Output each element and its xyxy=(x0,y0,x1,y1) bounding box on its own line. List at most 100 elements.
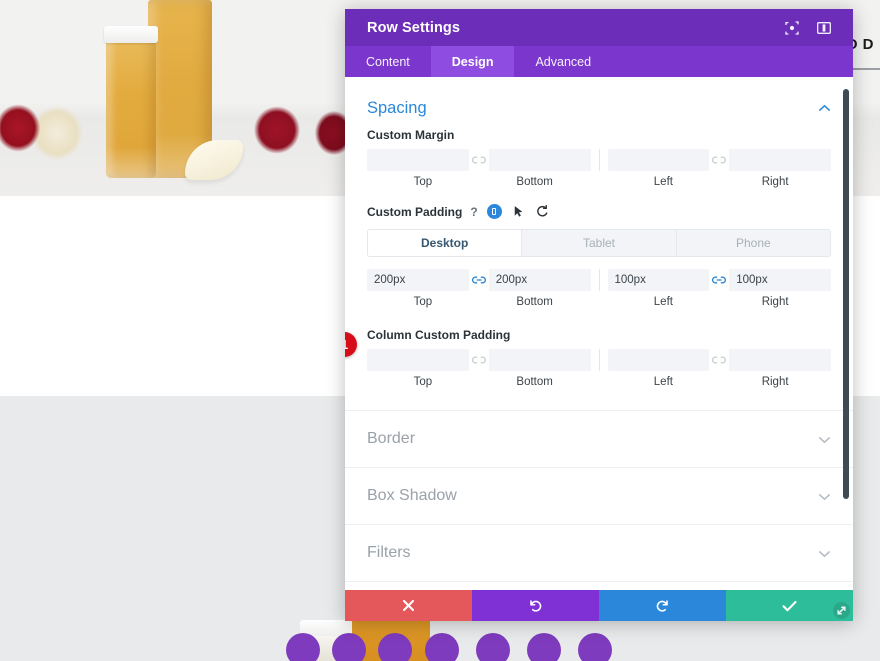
modal-title: Row Settings xyxy=(367,19,461,36)
margin-right-input[interactable] xyxy=(729,149,831,171)
module-dot-3[interactable] xyxy=(378,633,412,661)
tab-advanced[interactable]: Advanced xyxy=(514,46,612,77)
module-dot-7[interactable] xyxy=(578,633,612,661)
padding-inputs-row xyxy=(367,269,831,291)
check-icon xyxy=(782,600,797,611)
padding-label-top: Top xyxy=(413,296,433,308)
margin-bottom-input[interactable] xyxy=(488,149,591,171)
padding-top-input[interactable] xyxy=(367,269,469,291)
padding-horizontal-group xyxy=(607,269,831,291)
cursor-hover-icon[interactable] xyxy=(511,204,526,219)
tab-content[interactable]: Content xyxy=(345,46,431,77)
modal-action-bar xyxy=(345,590,853,621)
margin-right-cell xyxy=(719,149,831,171)
juice-bottle-small xyxy=(106,36,156,178)
panel-layout-icon[interactable] xyxy=(816,20,832,36)
column-padding-bottom-cell xyxy=(479,349,591,371)
settings-scroll-area: Spacing Custom Margin Top Bottom Left Ri… xyxy=(345,77,853,590)
link-broken-icon-colpad-h[interactable] xyxy=(709,352,729,368)
module-dot-4[interactable] xyxy=(425,633,459,661)
padding-vertical-group xyxy=(367,269,591,291)
chevron-down-icon-filters[interactable] xyxy=(818,549,831,558)
margin-horizontal-group xyxy=(607,149,831,171)
margin-label-bottom: Bottom xyxy=(516,176,553,188)
margin-label-right: Right xyxy=(761,176,789,188)
section-title-filters: Filters xyxy=(367,544,411,561)
module-dot-6[interactable] xyxy=(527,633,561,661)
redo-button[interactable] xyxy=(599,590,726,621)
resize-handle-icon[interactable] xyxy=(833,602,850,619)
responsive-tab-tablet[interactable]: Tablet xyxy=(522,230,677,256)
padding-right-cell xyxy=(719,269,831,291)
padding-right-input[interactable] xyxy=(729,269,831,291)
column-padding-horizontal-group xyxy=(607,349,831,371)
help-icon[interactable]: ? xyxy=(470,205,477,219)
section-header-animation[interactable]: Animation xyxy=(345,581,853,590)
reset-icon[interactable] xyxy=(535,204,550,219)
padding-bottom-input[interactable] xyxy=(488,269,591,291)
section-title-box-shadow: Box Shadow xyxy=(367,487,457,504)
section-header-box-shadow[interactable]: Box Shadow xyxy=(345,467,853,524)
close-icon xyxy=(402,599,415,612)
padding-label-left: Left xyxy=(653,296,673,308)
padding-left-input[interactable] xyxy=(607,269,710,291)
column-padding-label-bottom: Bottom xyxy=(516,376,553,388)
margin-corner-labels: Top Bottom Left Right xyxy=(367,176,831,188)
link-broken-icon-colpad-v[interactable] xyxy=(469,352,489,368)
module-dot-2[interactable] xyxy=(332,633,366,661)
padding-label-bottom: Bottom xyxy=(516,296,553,308)
field-column-custom-padding: Column Custom Padding Top Bottom Left Ri… xyxy=(345,328,853,388)
modal-scrollbar-track[interactable] xyxy=(843,77,849,590)
margin-top-input[interactable] xyxy=(367,149,469,171)
row-settings-modal: Row Settings Content Design Advanced Spa… xyxy=(345,9,853,621)
padding-label-icons: ? xyxy=(470,204,549,219)
cancel-button[interactable] xyxy=(345,590,472,621)
module-dot-5[interactable] xyxy=(476,633,510,661)
link-connected-icon-padding-h[interactable] xyxy=(709,272,729,288)
column-padding-corner-labels: Top Bottom Left Right xyxy=(367,376,831,388)
modal-scrollbar-thumb[interactable] xyxy=(843,89,849,499)
margin-label-top: Top xyxy=(413,176,433,188)
label-custom-margin: Custom Margin xyxy=(367,128,831,142)
margin-bottom-cell xyxy=(479,149,591,171)
padding-corner-labels: Top Bottom Left Right xyxy=(367,296,831,308)
module-dot-1[interactable] xyxy=(286,633,320,661)
undo-button[interactable] xyxy=(472,590,599,621)
section-header-filters[interactable]: Filters xyxy=(345,524,853,581)
column-padding-bottom-input[interactable] xyxy=(488,349,591,371)
column-padding-top-input[interactable] xyxy=(367,349,469,371)
tab-design[interactable]: Design xyxy=(430,46,515,77)
target-icon[interactable] xyxy=(784,20,800,36)
column-padding-vertical-group xyxy=(367,349,591,371)
chevron-down-icon-border[interactable] xyxy=(818,435,831,444)
margin-top-cell xyxy=(367,149,486,171)
responsive-tab-phone[interactable]: Phone xyxy=(676,230,830,256)
link-connected-icon-padding-v[interactable] xyxy=(469,272,489,288)
editor-canvas: O D Row Settings Content Design Advanced xyxy=(0,0,880,661)
link-broken-icon-margin-h[interactable] xyxy=(709,152,729,168)
column-padding-right-input[interactable] xyxy=(729,349,831,371)
chevron-down-icon-box-shadow[interactable] xyxy=(818,492,831,501)
section-header-border[interactable]: Border xyxy=(345,410,853,467)
padding-label-right: Right xyxy=(761,296,789,308)
column-padding-left-input[interactable] xyxy=(607,349,710,371)
label-column-custom-padding-text: Column Custom Padding xyxy=(367,328,511,342)
field-custom-margin: Custom Margin Top Bottom Left Right xyxy=(345,128,853,188)
label-custom-margin-text: Custom Margin xyxy=(367,128,455,142)
padding-divider xyxy=(598,269,600,291)
padding-top-cell xyxy=(367,269,486,291)
responsive-toggle-icon[interactable] xyxy=(486,204,502,219)
column-padding-label-right: Right xyxy=(761,376,789,388)
padding-left-cell xyxy=(607,269,727,291)
section-header-spacing[interactable]: Spacing xyxy=(345,77,853,128)
modal-body: Spacing Custom Margin Top Bottom Left Ri… xyxy=(345,77,853,590)
chevron-up-icon[interactable] xyxy=(818,104,831,113)
link-broken-icon-margin-v[interactable] xyxy=(469,152,489,168)
margin-left-input[interactable] xyxy=(607,149,710,171)
margin-vertical-group xyxy=(367,149,591,171)
titlebar-icon-group xyxy=(784,20,841,36)
modal-tab-bar: Content Design Advanced xyxy=(345,46,853,77)
column-padding-inputs-row xyxy=(367,349,831,371)
column-padding-top-cell xyxy=(367,349,486,371)
responsive-tab-desktop[interactable]: Desktop xyxy=(368,230,523,256)
